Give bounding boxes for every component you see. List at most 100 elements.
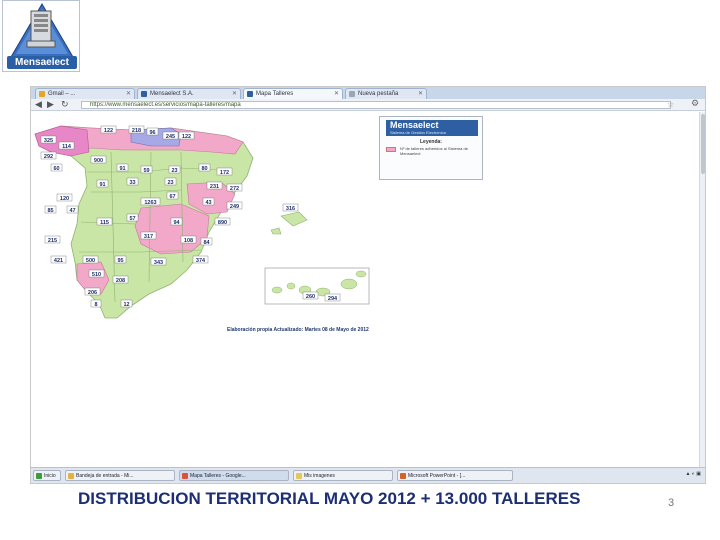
mensaelect-favicon-icon (247, 91, 253, 97)
gmail-favicon-icon (39, 91, 45, 97)
close-icon[interactable]: ✕ (334, 90, 339, 97)
mail-icon (68, 473, 74, 479)
mensaelect-logo: Mensaelect (2, 0, 80, 72)
map-value-label[interactable]: 218 (132, 128, 141, 134)
map-value-label[interactable]: 33 (129, 180, 135, 186)
map-value-label[interactable]: 172 (220, 170, 229, 176)
page-number: 3 (668, 497, 675, 509)
map-credit: Elaboración propia Actualizado: Martes 0… (227, 327, 369, 333)
map-value-label[interactable]: 374 (196, 258, 206, 264)
browser-tab-gmail[interactable]: Gmail – ... ✕ (35, 88, 135, 99)
spain-map: 325 114 292 122 218 96 245 122 900 60 91 59 23 80 172 9… (34, 125, 370, 319)
map-value-label[interactable]: 1263 (144, 200, 156, 206)
windows-taskbar: Inicio Bandeja de entrada - Mi... Mapa T… (31, 467, 705, 483)
map-value-label[interactable]: 108 (184, 238, 193, 244)
settings-wrench-icon[interactable]: ⚙ (691, 99, 699, 109)
map-value-label[interactable]: 91 (99, 182, 105, 188)
map-value-label[interactable]: 94 (173, 220, 180, 226)
new-tab-favicon-icon (349, 91, 355, 97)
map-value-label[interactable]: 85 (47, 208, 53, 214)
map-value-label[interactable]: 325 (44, 138, 53, 144)
map-value-label[interactable]: 215 (48, 238, 57, 244)
reload-button[interactable]: ↻ (61, 100, 69, 110)
mensaelect-favicon-icon (141, 91, 147, 97)
balearic-islands (280, 211, 308, 227)
vertical-scrollbar[interactable] (699, 112, 705, 467)
close-icon[interactable]: ✕ (418, 90, 423, 97)
map-value-label[interactable]: 115 (100, 220, 109, 226)
map-value-label[interactable]: 8 (94, 302, 97, 308)
map-value-label[interactable]: 292 (44, 154, 53, 160)
browser-tab-new[interactable]: Nueva pestaña ✕ (345, 88, 427, 99)
start-label: Inicio (44, 473, 56, 479)
legend-item-text: Nº de talleres adheridos al Sistema de M… (400, 146, 468, 156)
browser-tab-label: Mensaelect S.A. (150, 91, 194, 97)
scrollbar-thumb[interactable] (701, 114, 705, 174)
map-value-label[interactable]: 23 (171, 168, 177, 174)
map-value-label[interactable]: 60 (53, 166, 59, 172)
folder-icon (296, 473, 302, 479)
back-button[interactable]: ◀ (35, 100, 42, 110)
taskbar-item-label: Microsoft PowerPoint - [... (408, 473, 466, 479)
taskbar-item-mapa[interactable]: Mapa Talleres - Google... (179, 470, 289, 481)
windows-logo-icon (36, 473, 42, 479)
map-value-label[interactable]: 57 (129, 216, 135, 222)
legend-brand-subtitle: Sistema de Gestión Electrónica (390, 130, 446, 135)
map-value-label[interactable]: 900 (94, 158, 103, 164)
taskbar-item-label: Bandeja de entrada - Mi... (76, 473, 134, 479)
map-value-label[interactable]: 91 (119, 166, 125, 172)
legend-title: Leyenda: (420, 139, 442, 145)
map-value-label[interactable]: 421 (54, 258, 63, 264)
close-icon[interactable]: ✕ (232, 90, 237, 97)
taskbar-item-imagenes[interactable]: Mis imagenes (293, 470, 393, 481)
close-icon[interactable]: ✕ (126, 90, 131, 97)
map-value-label[interactable]: 316 (286, 206, 295, 212)
map-value-label[interactable]: 120 (60, 196, 69, 202)
browser-tab-label: Gmail – ... (48, 91, 76, 97)
map-value-label[interactable]: 245 (166, 134, 175, 140)
map-value-label[interactable]: 500 (86, 258, 95, 264)
map-value-label[interactable]: 67 (169, 194, 175, 200)
map-value-label[interactable]: 43 (205, 200, 211, 206)
map-value-label[interactable]: 272 (230, 186, 239, 192)
taskbar-item-inbox[interactable]: Bandeja de entrada - Mi... (65, 470, 175, 481)
tab-bar: Gmail – ... ✕ Mensaelect S.A. ✕ Mapa Tal… (31, 87, 705, 99)
map-value-label[interactable]: 95 (117, 258, 123, 264)
map-value-label[interactable]: 114 (62, 144, 72, 150)
browser-tab-label: Nueva pestaña (358, 91, 399, 97)
map-value-label[interactable]: 294 (328, 296, 338, 302)
map-value-label[interactable]: 80 (201, 166, 207, 172)
map-value-label[interactable]: 260 (306, 294, 315, 300)
map-value-label[interactable]: 84 (203, 240, 210, 246)
map-value-label[interactable]: 23 (167, 180, 173, 186)
system-tray[interactable]: ▲ ◐ ▣ (686, 471, 701, 477)
start-button[interactable]: Inicio (33, 470, 61, 481)
address-bar[interactable]: https://www.mensaelect.es/servicios/mapa… (81, 101, 671, 109)
browser-toolbar: ◀ ▶ ↻ https://www.mensaelect.es/servicio… (31, 99, 705, 111)
browser-tab-mensaelect[interactable]: Mensaelect S.A. ✕ (137, 88, 241, 99)
map-value-label[interactable]: 510 (92, 272, 101, 278)
taskbar-item-label: Mis imagenes (304, 473, 335, 479)
map-value-label[interactable]: 249 (230, 204, 239, 210)
map-value-label[interactable]: 231 (210, 184, 219, 190)
map-value-label[interactable]: 59 (143, 168, 149, 174)
browser-tab-mapa-talleres[interactable]: Mapa Talleres ✕ (243, 88, 343, 99)
map-value-label[interactable]: 122 (104, 128, 113, 134)
taskbar-item-powerpoint[interactable]: Microsoft PowerPoint - [... (397, 470, 513, 481)
map-value-label[interactable]: 343 (154, 260, 163, 266)
legend-swatch (386, 147, 396, 152)
bookmark-star-icon[interactable]: ☆ (667, 100, 674, 109)
map-value-label[interactable]: 890 (218, 220, 227, 226)
browser-window: Gmail – ... ✕ Mensaelect S.A. ✕ Mapa Tal… (30, 86, 706, 484)
map-value-label[interactable]: 96 (149, 130, 155, 136)
map-legend: Mensaelect Sistema de Gestión Electrónic… (379, 116, 483, 180)
browser-tab-label: Mapa Talleres (256, 91, 294, 97)
map-value-label[interactable]: 317 (144, 234, 153, 240)
map-value-label[interactable]: 206 (88, 290, 97, 296)
forward-button[interactable]: ▶ (47, 100, 54, 110)
map-value-label[interactable]: 122 (182, 134, 191, 140)
map-value-label[interactable]: 12 (123, 302, 129, 308)
map-value-label[interactable]: 47 (69, 208, 75, 214)
browser-icon (182, 473, 188, 479)
map-value-label[interactable]: 208 (116, 278, 125, 284)
